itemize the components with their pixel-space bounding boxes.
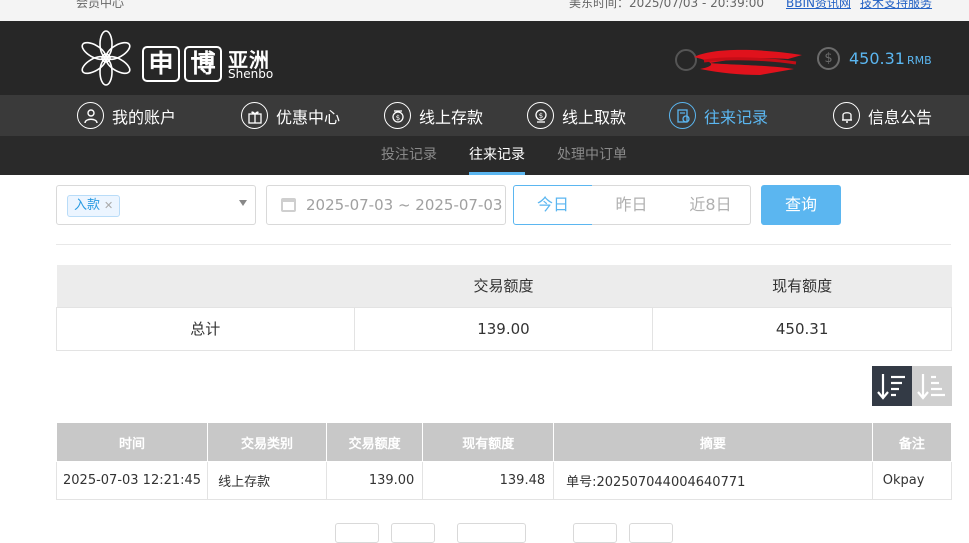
summary-table: 交易额度 现有额度 总计 139.00 450.31 <box>56 265 952 351</box>
dollar-circle-icon: $ <box>817 47 840 70</box>
news-link[interactable]: BBIN资讯网 <box>786 0 851 11</box>
pagination-first-button[interactable] <box>335 523 379 543</box>
column-header: 摘要 <box>553 422 873 462</box>
nav-online-withdraw[interactable]: $ 线上取款 <box>527 95 626 136</box>
summary-amount-cell: 139.00 <box>353 306 654 351</box>
bell-icon <box>833 102 860 129</box>
member-center-label: 会员中心 <box>76 0 125 10</box>
type-cell: 线上存款 <box>207 461 327 500</box>
pagination-next-button[interactable] <box>573 523 617 543</box>
summary-cell: 单号:202507044004640771 <box>553 461 873 500</box>
withdraw-icon: $ <box>527 102 554 129</box>
quick-yesterday-button[interactable]: 昨日 <box>592 185 672 225</box>
tag-close-icon[interactable]: ✕ <box>104 199 113 212</box>
column-header: 交易类别 <box>207 422 327 462</box>
summary-balance-cell: 450.31 <box>652 306 952 351</box>
pagination-prev-button[interactable] <box>391 523 435 543</box>
summary-header-cell <box>56 265 355 307</box>
type-tag-label: 入款 <box>74 198 101 213</box>
logo-en-text: Shenbo <box>228 67 274 81</box>
summary-header-row: 交易额度 现有额度 <box>56 265 952 307</box>
search-button[interactable]: 查询 <box>761 185 841 225</box>
sub-nav: 投注记录 往来记录 处理中订单 <box>0 136 969 175</box>
nav-online-deposit[interactable]: $ 线上存款 <box>384 95 483 136</box>
nav-transaction-records[interactable]: 往来记录 <box>669 95 768 136</box>
records-header-row: 时间 交易类别 交易额度 现有额度 摘要 备注 <box>55 422 953 462</box>
column-header: 交易额度 <box>325 422 424 462</box>
calendar-icon <box>281 198 296 212</box>
nav-my-account[interactable]: 我的账户 <box>77 95 176 136</box>
records-table: 时间 交易类别 交易额度 现有额度 摘要 备注 2025-07-03 12:21… <box>55 422 953 500</box>
site-header: 申 博 亚洲 Shenbo $ 450.31 RMB <box>0 21 969 95</box>
nav-label: 信息公告 <box>868 107 933 127</box>
note-cell: Okpay <box>871 461 953 500</box>
sort-ascending-icon <box>917 374 945 400</box>
account-balance: 450.31 RMB <box>849 49 932 68</box>
balance-unit: RMB <box>906 54 932 67</box>
subtab-pending-orders[interactable]: 处理中订单 <box>557 136 627 175</box>
summary-header-cell: 交易额度 <box>354 265 653 307</box>
top-info-bar: 会员中心 美东时间：2025/07/03 - 20:39:00 BBIN资讯网 … <box>0 0 969 21</box>
flower-logo-icon <box>81 30 131 86</box>
records-icon <box>669 102 696 129</box>
deposit-icon: $ <box>384 102 411 129</box>
nav-label: 线上存款 <box>419 107 484 127</box>
nav-label: 优惠中心 <box>276 107 341 127</box>
user-icon <box>77 102 104 129</box>
amount-cell: 139.00 <box>325 461 424 500</box>
nav-promotions[interactable]: 优惠中心 <box>241 95 340 136</box>
svg-text:$: $ <box>538 112 542 120</box>
column-header: 现有额度 <box>422 422 555 462</box>
table-row: 2025-07-03 12:21:45 线上存款 139.00 139.48 单… <box>55 461 953 500</box>
redaction-scribble <box>694 49 802 75</box>
gift-icon <box>241 102 268 129</box>
summary-header-cell: 现有额度 <box>652 265 952 307</box>
server-time-label: 美东时间：2025/07/03 - 20:39:00 <box>569 0 765 10</box>
transaction-type-select[interactable]: 入款 ✕ <box>56 185 256 225</box>
subtab-transaction-records[interactable]: 往来记录 <box>469 136 525 175</box>
svg-text:$: $ <box>395 114 399 122</box>
column-header: 备注 <box>871 422 953 462</box>
nav-label: 线上取款 <box>562 107 627 127</box>
balance-cell: 139.48 <box>422 461 555 500</box>
subtab-bet-records[interactable]: 投注记录 <box>381 136 437 175</box>
pagination-page-input[interactable] <box>457 523 526 543</box>
nav-label: 我的账户 <box>112 107 177 127</box>
sort-descending-icon <box>877 374 905 400</box>
summary-row: 总计 139.00 450.31 <box>56 306 952 351</box>
column-header: 时间 <box>55 422 209 462</box>
logo-char-bo: 博 <box>184 46 222 82</box>
quick-8days-button[interactable]: 近8日 <box>671 185 751 225</box>
sort-ascending-button[interactable] <box>912 366 952 406</box>
nav-label: 往来记录 <box>704 107 769 127</box>
dropdown-arrow-icon <box>239 200 247 206</box>
date-range-value: 2025-07-03 ~ 2025-07-03 <box>306 196 503 214</box>
type-tag: 入款 ✕ <box>67 195 121 217</box>
main-nav: 我的账户 优惠中心 $ 线上存款 $ 线上取款 往来记录 信息公告 <box>0 95 969 136</box>
summary-label-cell: 总计 <box>56 306 355 351</box>
divider <box>56 244 951 245</box>
sort-descending-button[interactable] <box>872 366 912 406</box>
pagination-last-button[interactable] <box>629 523 673 543</box>
balance-amount: 450.31 <box>849 49 905 68</box>
quick-today-button[interactable]: 今日 <box>513 185 593 225</box>
date-range-input[interactable]: 2025-07-03 ~ 2025-07-03 <box>266 185 506 225</box>
support-link[interactable]: 技术支持服务 <box>860 0 932 11</box>
logo-char-shen: 申 <box>142 46 180 82</box>
nav-announcements[interactable]: 信息公告 <box>833 95 932 136</box>
time-cell: 2025-07-03 12:21:45 <box>55 461 209 500</box>
